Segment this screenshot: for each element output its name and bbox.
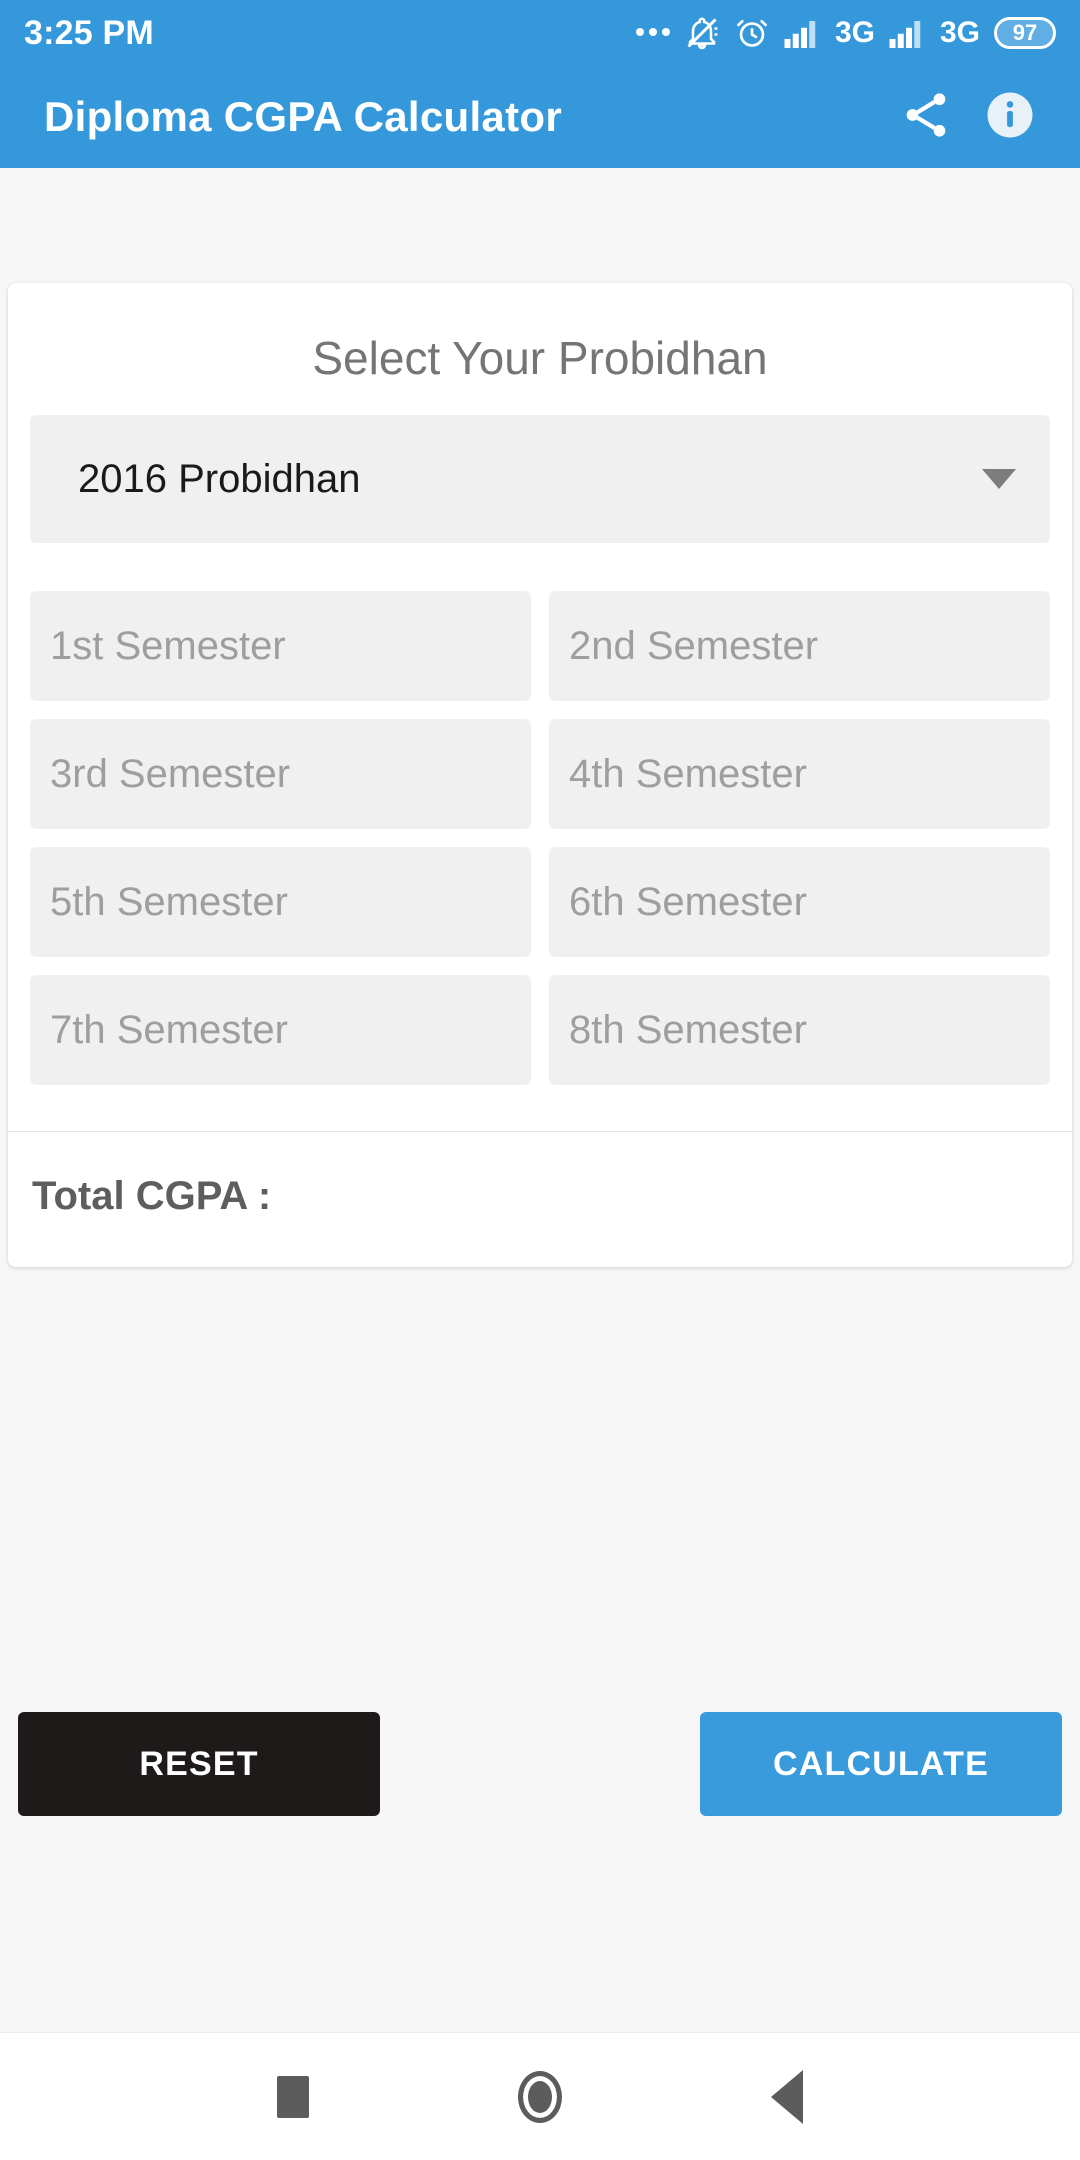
probidhan-selected-value: 2016 Probidhan <box>78 456 361 501</box>
semester-input-5[interactable]: 5th Semester <box>30 847 531 957</box>
probidhan-dropdown[interactable]: 2016 Probidhan <box>30 415 1050 543</box>
back-triangle-icon <box>770 2069 803 2124</box>
chevron-down-icon <box>982 469 1016 489</box>
battery-icon: 97 <box>994 17 1056 49</box>
semester-placeholder-5: 5th Semester <box>50 879 288 924</box>
status-bar-clock: 3:25 PM <box>24 13 154 52</box>
semester-placeholder-2: 2nd Semester <box>569 623 819 668</box>
cgpa-card: Select Your Probidhan 2016 Probidhan 1st… <box>8 283 1072 1267</box>
semester-input-1[interactable]: 1st Semester <box>30 591 531 701</box>
android-navigation-bar <box>0 2032 1080 2160</box>
battery-level-label: 97 <box>1012 20 1038 45</box>
semester-placeholder-4: 4th Semester <box>569 751 807 796</box>
home-button[interactable] <box>485 2042 595 2152</box>
total-cgpa-row: Total CGPA : <box>8 1132 1072 1267</box>
network-type-label-2: 3G <box>939 16 980 49</box>
app-bar: Diploma CGPA Calculator <box>0 66 1080 168</box>
bell-muted-icon <box>684 15 720 51</box>
reset-button[interactable]: RESET <box>18 1712 380 1816</box>
signal-bars-icon <box>784 18 818 48</box>
card-body: 2016 Probidhan 1st Semester 2nd Semester… <box>8 415 1072 1131</box>
status-bar: 3:25 PM 3G 3G 97 <box>0 0 1080 66</box>
signal-bars-icon-2 <box>889 18 923 48</box>
semester-placeholder-1: 1st Semester <box>50 623 286 668</box>
semester-placeholder-6: 6th Semester <box>569 879 807 924</box>
share-icon <box>899 88 953 147</box>
status-bar-icons: 3G 3G 97 <box>635 15 1056 51</box>
semester-placeholder-7: 7th Semester <box>50 1007 288 1052</box>
semester-input-3[interactable]: 3rd Semester <box>30 719 531 829</box>
calculate-button[interactable]: CALCULATE <box>700 1712 1062 1816</box>
alarm-clock-icon <box>734 15 770 51</box>
app-title: Diploma CGPA Calculator <box>44 93 562 140</box>
semester-input-6[interactable]: 6th Semester <box>549 847 1050 957</box>
back-button[interactable] <box>732 2042 842 2152</box>
home-circle-icon <box>517 2070 562 2123</box>
semester-grid: 1st Semester 2nd Semester 3rd Semester 4… <box>30 591 1050 1131</box>
semester-placeholder-8: 8th Semester <box>569 1007 807 1052</box>
info-icon <box>983 88 1037 147</box>
info-button[interactable] <box>968 75 1052 159</box>
network-type-label-1: 3G <box>834 16 875 49</box>
share-button[interactable] <box>884 75 968 159</box>
more-notifications-icon <box>635 27 670 39</box>
semester-input-2[interactable]: 2nd Semester <box>549 591 1050 701</box>
semester-placeholder-3: 3rd Semester <box>50 751 291 796</box>
recents-button[interactable] <box>238 2042 348 2152</box>
card-title: Select Your Probidhan <box>312 332 768 384</box>
semester-input-4[interactable]: 4th Semester <box>549 719 1050 829</box>
semester-input-8[interactable]: 8th Semester <box>549 975 1050 1085</box>
recents-square-icon <box>277 2075 310 2118</box>
action-button-row: RESET CALCULATE <box>0 1712 1080 1816</box>
total-cgpa-label: Total CGPA : <box>32 1174 272 1218</box>
semester-input-7[interactable]: 7th Semester <box>30 975 531 1085</box>
